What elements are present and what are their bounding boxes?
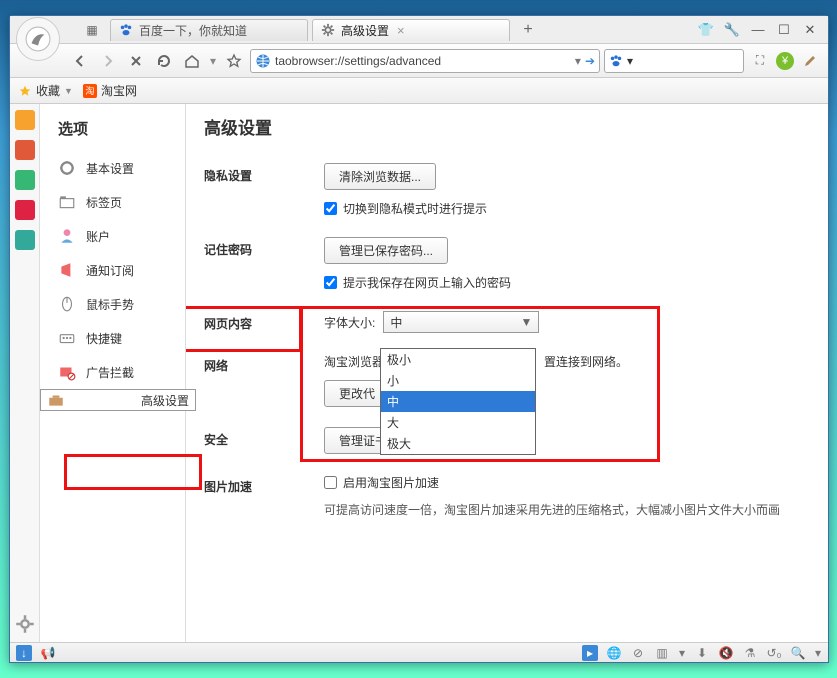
search-box[interactable]: ▾ [604,49,744,73]
tab-label: 百度一下，你就知道 [139,22,247,39]
page-title: 高级设置 [204,114,814,139]
favorites-menu[interactable]: 收藏 ▼ [18,82,73,99]
highlight-box [186,306,302,352]
dropdown-option[interactable]: 极大 [381,433,535,454]
tab-list-icon[interactable]: ▦ [80,18,104,42]
sidebar-item-notify[interactable]: 通知订阅 [40,253,185,287]
sidebar-item-tabs[interactable]: 标签页 [40,185,185,219]
status-megaphone-icon[interactable]: 📢 [40,645,56,661]
sidebar-item-advanced[interactable]: 高级设置 [40,389,196,411]
sidebar-item-shortcut[interactable]: 快捷键 [40,321,185,355]
status-mute-icon[interactable]: 🔇 [718,645,734,661]
new-tab-button[interactable]: + [518,20,538,40]
status-zoom-icon[interactable]: 🔍 [790,645,806,661]
url-dropdown-icon[interactable]: ▾ [575,54,581,68]
privacy-prompt-checkbox[interactable]: 切换到隐私模式时进行提示 [324,200,814,217]
bookmark-taobao[interactable]: 淘 淘宝网 [83,82,137,99]
image-accel-checkbox[interactable]: 启用淘宝图片加速 [324,474,814,491]
chevron-down-icon[interactable]: ▾ [814,645,822,661]
tab-baidu[interactable]: 百度一下，你就知道 [110,19,308,41]
section-passwords: 记住密码 [204,237,324,258]
browser-logo [16,17,60,61]
sidebar-item-adblock[interactable]: 广告拦截 [40,355,185,389]
image-accel-desc: 可提高访问速度一倍，淘宝图片加速采用先进的压缩格式，大幅减小图片文件大小而画 [324,501,814,518]
sidebar-title: 选项 [40,114,185,151]
ext-icon[interactable] [15,170,35,190]
minimize-button[interactable]: — [748,22,768,38]
url-input[interactable] [275,54,571,68]
bookmark-star-icon[interactable] [222,49,246,73]
chevron-down-icon[interactable]: ▾ [678,645,686,661]
dropdown-option[interactable]: 大 [381,412,535,433]
bookmarks-bar: 收藏 ▼ 淘 淘宝网 [10,78,828,104]
fullscreen-icon[interactable]: ⛶ [748,49,772,73]
back-button[interactable] [68,49,92,73]
status-window-icon[interactable]: ▥ [654,645,670,661]
wrench-icon[interactable]: 🔧 [722,22,742,38]
extension-sidebar [10,104,40,642]
save-password-checkbox[interactable]: 提示我保存在网页上输入的密码 [324,274,814,291]
maximize-button[interactable]: ☐ [774,22,794,38]
dropdown-option[interactable]: 小 [381,370,535,391]
status-icon[interactable]: ▸ [582,645,598,661]
status-icon[interactable]: ↓ [16,645,32,661]
settings-content: 高级设置 隐私设置 清除浏览数据... 切换到隐私模式时进行提示 记住密码 管理… [186,104,828,642]
titlebar: ▦ 百度一下，你就知道 高级设置 × + 👕 🔧 — ☐ ✕ [10,16,828,44]
dropdown-option[interactable]: 中 [381,391,535,412]
status-restore-icon[interactable]: ↺₀ [766,645,782,661]
dropdown-option[interactable]: 极小 [381,349,535,370]
ext-settings-icon[interactable] [15,614,35,634]
search-engine-dropdown-icon[interactable]: ▾ [627,54,633,68]
brush-icon[interactable] [798,49,822,73]
tab-advanced-settings[interactable]: 高级设置 × [312,19,510,41]
tab-label: 高级设置 [341,22,389,39]
ext-icon[interactable] [15,110,35,130]
status-lab-icon[interactable]: ⚗ [742,645,758,661]
home-button[interactable] [180,49,204,73]
address-bar[interactable]: ▾ ➔ [250,49,600,73]
go-button[interactable]: ➔ [585,54,595,68]
status-icon[interactable]: 🌐 [606,645,622,661]
manage-passwords-button[interactable]: 管理已保存密码... [324,237,448,264]
reload-button[interactable] [152,49,176,73]
close-tab-icon[interactable]: × [397,23,405,38]
status-download-icon[interactable]: ⬇ [694,645,710,661]
sidebar-item-account[interactable]: 账户 [40,219,185,253]
sidebar-item-gesture[interactable]: 鼠标手势 [40,287,185,321]
section-image-accel: 图片加速 [204,474,324,495]
clear-data-button[interactable]: 清除浏览数据... [324,163,436,190]
sidebar-item-basic[interactable]: 基本设置 [40,151,185,185]
stop-button[interactable] [124,49,148,73]
font-size-dropdown: 极小 小 中 大 极大 [380,348,536,455]
section-privacy: 隐私设置 [204,163,324,184]
ext-icon[interactable] [15,230,35,250]
ext-icon[interactable] [15,140,35,160]
home-dropdown-icon[interactable]: ▾ [208,49,218,73]
ext-icon[interactable] [15,200,35,220]
bookmark-label: 淘宝网 [101,82,137,99]
highlight-box [64,454,202,490]
chevron-down-icon: ▼ [64,86,73,96]
currency-icon[interactable]: ¥ [776,52,794,70]
status-bar: ↓ 📢 ▸ 🌐 ⊘ ▥ ▾ ⬇ 🔇 ⚗ ↺₀ 🔍 ▾ [10,642,828,662]
forward-button[interactable] [96,49,120,73]
settings-sidebar: 选项 基本设置 标签页 账户 通知订阅 鼠标手势 快捷键 广告拦截 高级设置 [40,104,186,642]
nav-toolbar: ▾ ▾ ➔ ▾ ⛶ ¥ [10,44,828,78]
tools-icon[interactable]: 👕 [696,22,716,38]
close-window-button[interactable]: ✕ [800,22,820,38]
status-block-icon[interactable]: ⊘ [630,645,646,661]
favorites-label: 收藏 [36,82,60,99]
